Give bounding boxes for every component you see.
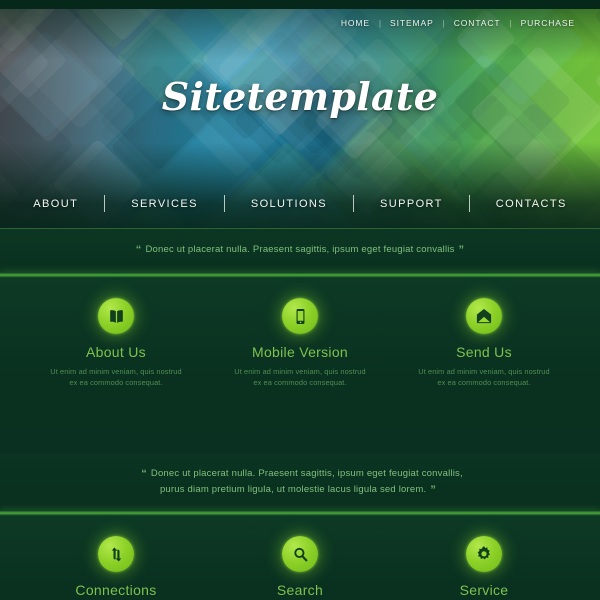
quote-banner-one: “Donec ut placerat nulla. Praesent sagit… <box>0 228 600 272</box>
feature-icon-wrap <box>30 536 202 572</box>
gear-icon[interactable] <box>466 536 502 572</box>
hero-header: HOME | SITEMAP | CONTACT | PURCHASE Site… <box>0 0 600 228</box>
feature-card-service[interactable]: Service Ut enim ad minim veniam, quis no… <box>398 536 570 600</box>
feature-title: About Us <box>86 344 146 360</box>
quote-open-mark: “ <box>135 244 142 256</box>
site-logo[interactable]: Sitetemplate <box>0 74 600 119</box>
quote-band-top: “Donec ut placerat nulla. Praesent sagit… <box>0 228 600 272</box>
features-section-bottom: Connections Ut enim ad minim veniam, qui… <box>0 516 600 600</box>
feature-description: Ut enim ad minim veniam, quis nostrud ex… <box>234 367 366 387</box>
feature-card-search[interactable]: Search Ut enim ad minim veniam, quis nos… <box>214 536 386 600</box>
band-top-hairline <box>0 228 600 229</box>
feature-icon-wrap <box>220 298 380 334</box>
quote-close-mark: ” <box>458 244 465 256</box>
quote-banner-two: “Donec ut placerat nulla. Praesent sagit… <box>0 454 600 510</box>
main-nav: ABOUT SERVICES SOLUTIONS SUPPORT CONTACT… <box>0 195 600 212</box>
hero-top-shade <box>0 0 600 60</box>
magnifier-icon[interactable] <box>282 536 318 572</box>
features-row-top: About Us Ut enim ad minim veniam, quis n… <box>0 278 600 388</box>
features-section-top: About Us Ut enim ad minim veniam, quis n… <box>0 278 600 454</box>
feature-title: Service <box>459 582 509 598</box>
main-nav-item-solutions[interactable]: SOLUTIONS <box>225 198 353 210</box>
feature-icon-wrap <box>214 536 386 572</box>
top-utility-nav: HOME | SITEMAP | CONTACT | PURCHASE <box>332 18 584 28</box>
quote-body-line2: purus diam pretium ligula, ut molestie l… <box>159 484 427 495</box>
hero-bottom-shade <box>0 142 600 228</box>
top-nav-item-contact[interactable]: CONTACT <box>445 18 510 28</box>
top-nav-item-purchase[interactable]: PURCHASE <box>512 18 584 28</box>
main-nav-item-support[interactable]: SUPPORT <box>354 198 469 210</box>
quote-body-line1: Donec ut placerat nulla. Praesent sagitt… <box>150 468 463 479</box>
sync-arrows-icon[interactable] <box>98 536 134 572</box>
envelope-icon[interactable] <box>466 298 502 334</box>
feature-icon-wrap <box>398 536 570 572</box>
quote-body: Donec ut placerat nulla. Praesent sagitt… <box>145 244 455 255</box>
main-nav-item-services[interactable]: SERVICES <box>105 198 224 210</box>
website-template-page: HOME | SITEMAP | CONTACT | PURCHASE Site… <box>0 0 600 600</box>
book-icon[interactable] <box>98 298 134 334</box>
smartphone-icon[interactable] <box>282 298 318 334</box>
feature-title: Search <box>276 582 324 598</box>
quote-close-mark: ” <box>430 484 437 496</box>
feature-description: Ut enim ad minim veniam, quis nostrud ex… <box>418 367 550 387</box>
feature-card-connections[interactable]: Connections Ut enim ad minim veniam, qui… <box>30 536 202 600</box>
feature-description: Ut enim ad minim veniam, quis nostrud ex… <box>50 367 182 387</box>
feature-icon-wrap <box>404 298 564 334</box>
main-nav-item-about[interactable]: ABOUT <box>7 198 104 210</box>
main-nav-item-contacts[interactable]: CONTACTS <box>470 198 593 210</box>
features-row-bottom: Connections Ut enim ad minim veniam, qui… <box>0 516 600 600</box>
feature-icon-wrap <box>36 298 196 334</box>
top-nav-item-home[interactable]: HOME <box>332 18 379 28</box>
top-nav-item-sitemap[interactable]: SITEMAP <box>381 18 443 28</box>
feature-title: Send Us <box>456 344 512 360</box>
feature-card-send-us[interactable]: Send Us Ut enim ad minim veniam, quis no… <box>404 298 564 388</box>
quote-open-mark: “ <box>141 468 147 480</box>
quote-text: “Donec ut placerat nulla. Praesent sagit… <box>132 242 468 258</box>
feature-title: Mobile Version <box>251 344 349 360</box>
hero-top-edge-bar <box>0 0 600 9</box>
feature-title: Connections <box>75 582 157 598</box>
feature-card-mobile-version[interactable]: Mobile Version Ut enim ad minim veniam, … <box>220 298 380 388</box>
feature-card-about-us[interactable]: About Us Ut enim ad minim veniam, quis n… <box>36 298 196 388</box>
quote-text: “Donec ut placerat nulla. Praesent sagit… <box>137 466 463 498</box>
